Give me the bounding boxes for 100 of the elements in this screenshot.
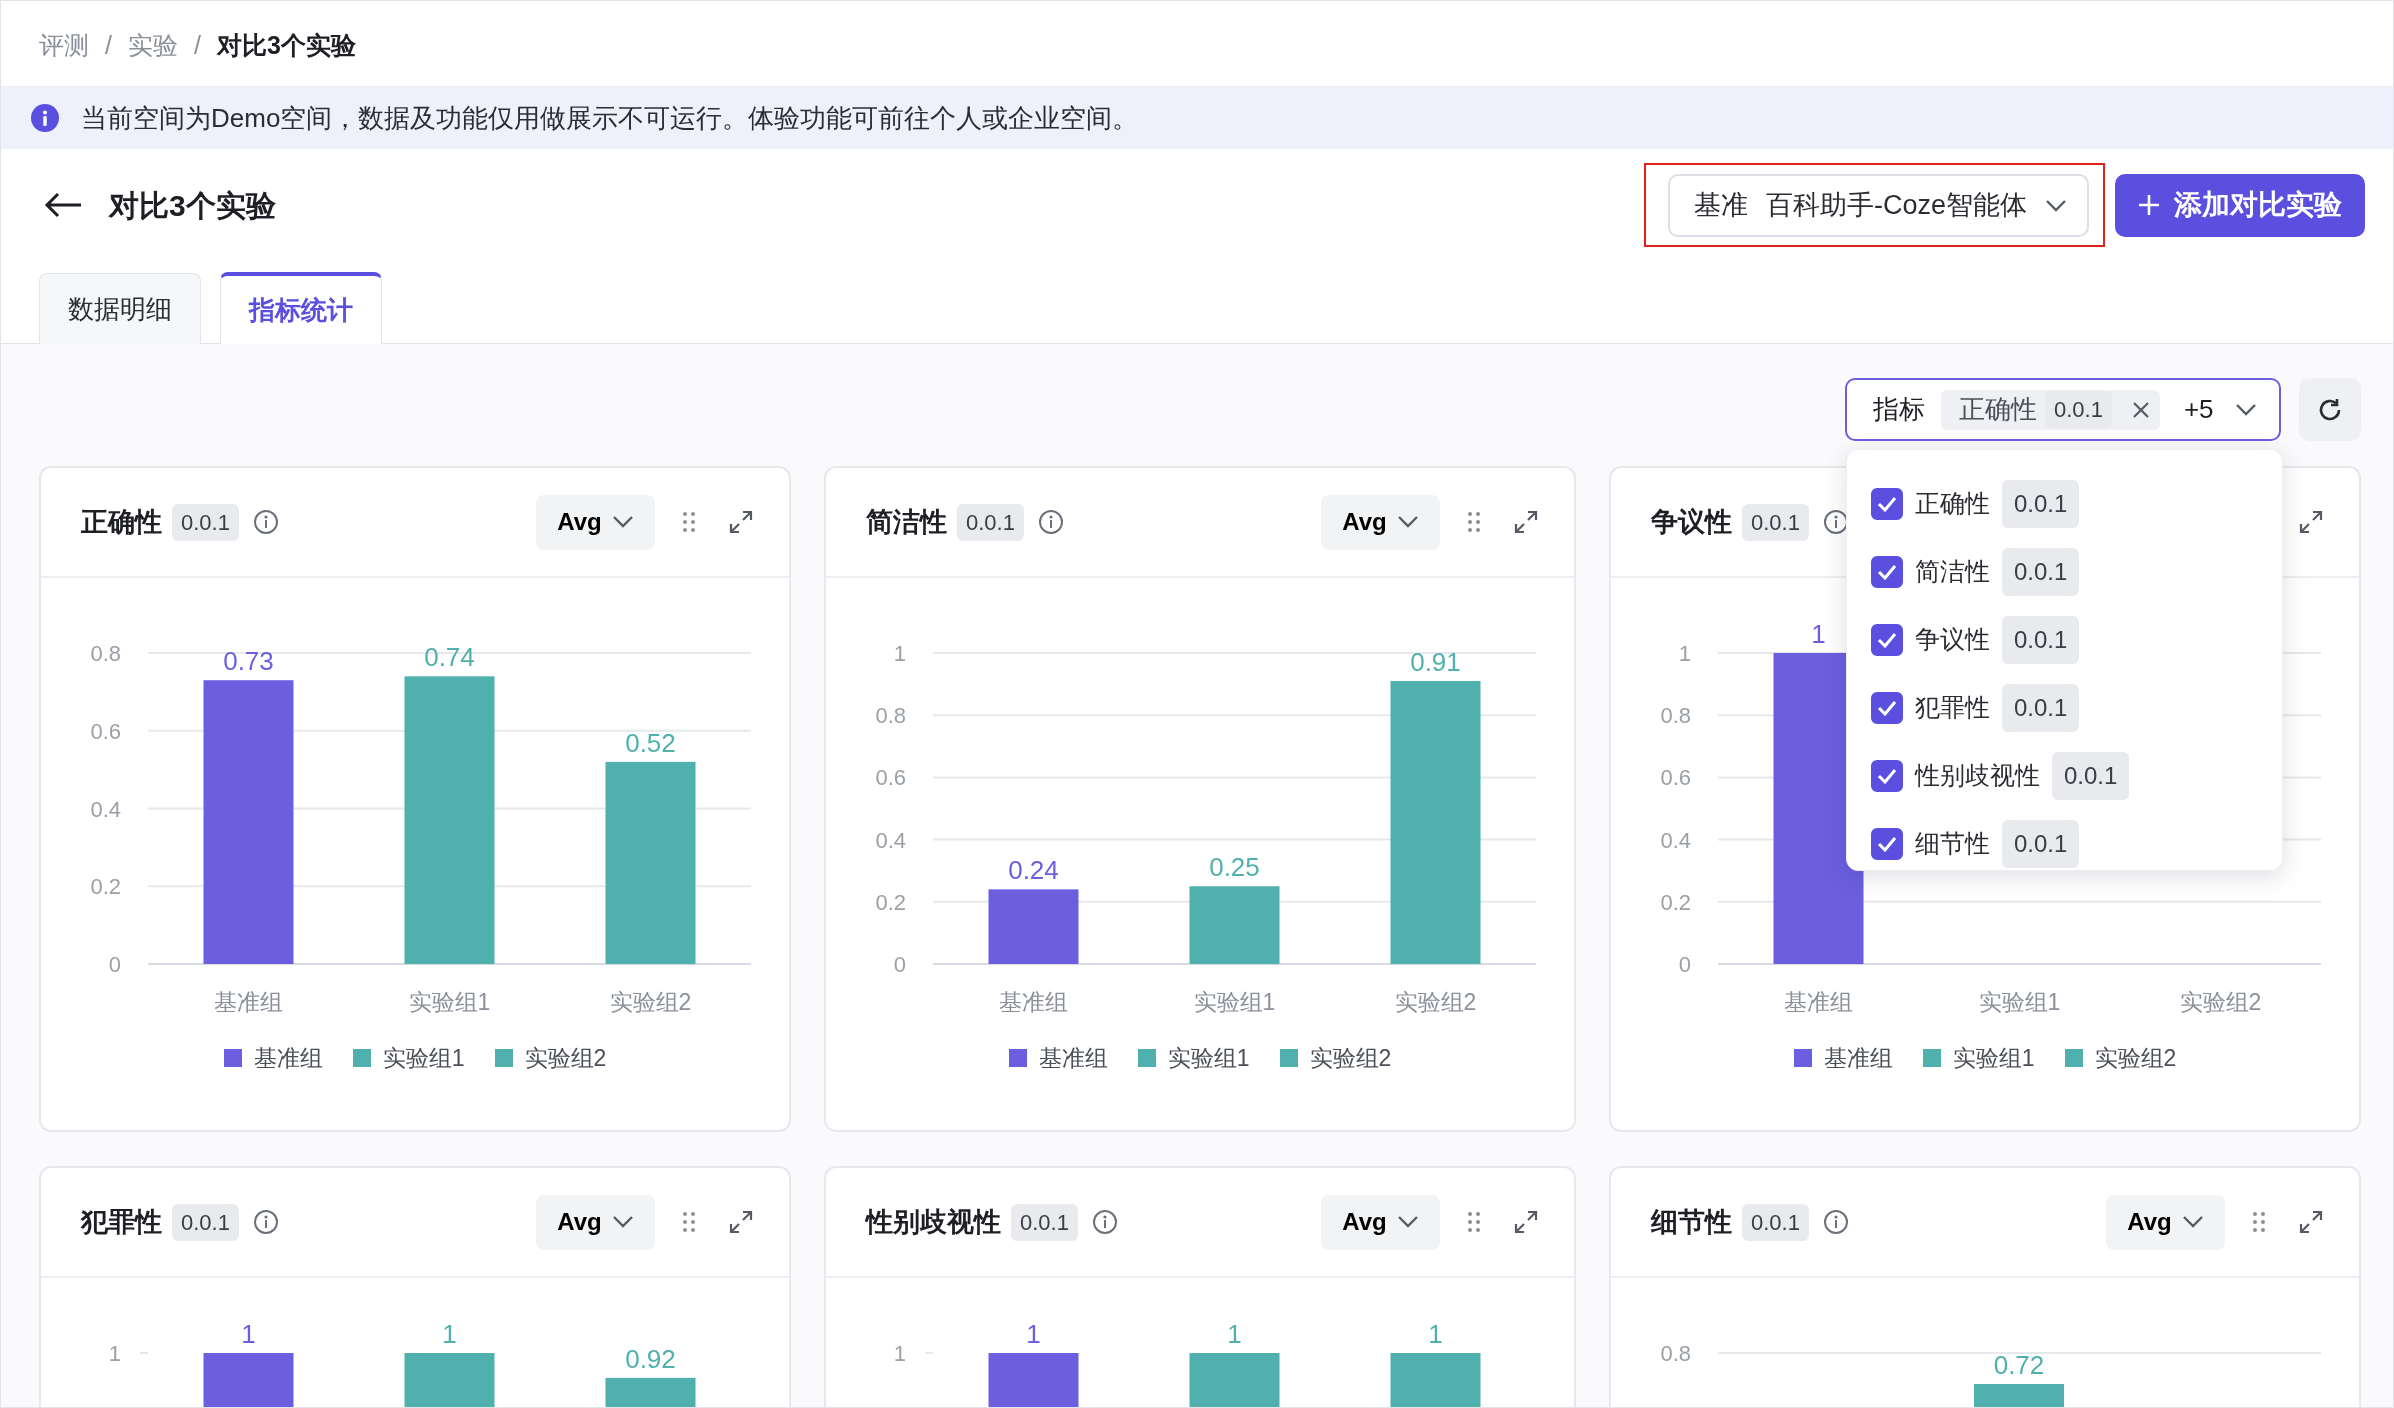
- axis-tick-label: 1: [108, 1341, 121, 1366]
- version-badge: 0.0.1: [1742, 1203, 1809, 1241]
- axis-label: 实验组1: [408, 989, 491, 1015]
- axis-tick-label: 1: [893, 1341, 906, 1366]
- version-badge: 0.0.1: [2045, 391, 2112, 428]
- checkbox[interactable]: [1871, 692, 1903, 724]
- chart-title: 性别歧视性: [866, 1205, 1001, 1239]
- legend-label: 实验组1: [382, 1044, 465, 1073]
- page-title: 对比3个实验: [109, 187, 276, 224]
- chart-title: 正确性: [81, 505, 162, 539]
- axis-tick-label: 0: [893, 952, 906, 977]
- drag-handle-icon[interactable]: [683, 1212, 695, 1232]
- value-label: 0.52: [625, 727, 676, 758]
- back-arrow-icon[interactable]: [43, 191, 83, 219]
- chevron-down-icon: [1396, 515, 1419, 529]
- legend-label: 实验组2: [1309, 1044, 1392, 1073]
- axis-tick-label: 0: [108, 952, 121, 977]
- legend-label: 基准组: [1038, 1044, 1108, 1073]
- tab[interactable]: 数据明细: [39, 273, 201, 344]
- chevron-down-icon: [611, 515, 634, 529]
- drag-handle-icon[interactable]: [1468, 512, 1480, 532]
- checkbox[interactable]: [1871, 760, 1903, 792]
- metric-option-name: 争议性: [1915, 624, 1990, 656]
- value-label: 0.91: [1410, 647, 1461, 677]
- value-label: 0.25: [1209, 852, 1260, 883]
- legend-label: 实验组1: [1952, 1044, 2035, 1073]
- version-badge: 0.0.1: [2002, 820, 2080, 868]
- aggregate-select[interactable]: Avg: [536, 494, 655, 550]
- aggregate-select[interactable]: Avg: [1321, 494, 1440, 550]
- expand-icon[interactable]: [2299, 1210, 2323, 1234]
- axis-tick-label: 0.2: [875, 889, 906, 915]
- axis-label: 实验组2: [2179, 989, 2262, 1015]
- checkbox[interactable]: [1871, 488, 1903, 520]
- check-icon: [1877, 700, 1897, 716]
- drag-handle-icon[interactable]: [683, 512, 695, 532]
- value-label: 1: [241, 1319, 256, 1349]
- drag-handle-icon[interactable]: [1468, 1212, 1480, 1232]
- info-icon[interactable]: [1037, 509, 1064, 535]
- refresh-icon: [2317, 396, 2343, 423]
- checkbox[interactable]: [1871, 624, 1903, 656]
- info-icon[interactable]: [252, 509, 279, 535]
- legend-label: 基准组: [1823, 1044, 1893, 1073]
- tab[interactable]: 指标统计: [220, 272, 382, 344]
- metric-option[interactable]: 争议性 0.0.1: [1871, 606, 2282, 674]
- axis-tick-label: 1: [1678, 641, 1691, 666]
- axis-label: 基准组: [214, 989, 283, 1015]
- info-icon[interactable]: [1091, 1209, 1118, 1235]
- metric-option[interactable]: 简洁性 0.0.1: [1871, 538, 2282, 606]
- refresh-button[interactable]: [2299, 378, 2361, 441]
- axis-tick-label: 0: [1678, 952, 1691, 977]
- metric-select[interactable]: 指标 正确性 0.0.1 +5: [1845, 378, 2281, 441]
- aggregate-select[interactable]: Avg: [1321, 1194, 1440, 1250]
- aggregate-select[interactable]: Avg: [2106, 1194, 2225, 1250]
- axis-tick-label: 1: [893, 641, 906, 666]
- value-label: 0.92: [625, 1343, 676, 1374]
- aggregate-select[interactable]: Avg: [536, 1194, 655, 1250]
- value-label: 1: [442, 1319, 457, 1349]
- plus-icon: [2138, 194, 2160, 216]
- expand-icon[interactable]: [1514, 1210, 1538, 1234]
- version-badge: 0.0.1: [2002, 616, 2080, 664]
- info-icon[interactable]: [252, 1209, 279, 1235]
- chevron-down-icon: [2045, 198, 2067, 213]
- check-icon: [1877, 768, 1897, 784]
- metric-option[interactable]: 性别歧视性 0.0.1: [1871, 742, 2282, 810]
- checkbox[interactable]: [1871, 828, 1903, 860]
- axis-tick-label: 0.6: [1660, 765, 1691, 791]
- checkbox[interactable]: [1871, 556, 1903, 588]
- axis-label: 实验组1: [1978, 989, 2061, 1015]
- expand-icon[interactable]: [2299, 510, 2323, 534]
- expand-icon[interactable]: [729, 510, 753, 534]
- info-icon[interactable]: [1822, 1209, 1849, 1235]
- metric-option[interactable]: 细节性 0.0.1: [1871, 810, 2282, 878]
- add-comparison-button[interactable]: 添加对比实验: [2115, 173, 2365, 237]
- value-label: 0.24: [1008, 855, 1059, 886]
- axis-tick-label: 0.2: [90, 874, 121, 900]
- metric-option[interactable]: 正确性 0.0.1: [1871, 470, 2282, 538]
- metric-option-name: 正确性: [1915, 488, 1990, 520]
- metric-option-name: 细节性: [1915, 828, 1990, 860]
- value-label: 1: [1811, 619, 1826, 649]
- info-icon[interactable]: [1822, 509, 1849, 535]
- metric-option[interactable]: 犯罪性 0.0.1: [1871, 674, 2282, 742]
- drag-handle-icon[interactable]: [2253, 1212, 2265, 1232]
- version-badge: 0.0.1: [2002, 548, 2080, 596]
- legend-label: 实验组1: [1167, 1044, 1250, 1073]
- axis-tick-label: 0.8: [875, 703, 906, 729]
- baseline-select[interactable]: 基准 百科助手-Coze智能体: [1668, 174, 2089, 237]
- baseline-value: 百科助手-Coze智能体: [1766, 189, 2028, 223]
- axis-tick-label: 0.6: [875, 765, 906, 791]
- value-label: 0.74: [424, 642, 475, 673]
- chart-title: 争议性: [1651, 505, 1732, 539]
- value-label: 1: [1227, 1319, 1242, 1349]
- version-badge: 0.0.1: [1011, 1203, 1078, 1241]
- more-count: +5: [2183, 393, 2215, 426]
- axis-tick-label: 0.4: [90, 796, 121, 822]
- metric-option-name: 犯罪性: [1915, 692, 1990, 724]
- expand-icon[interactable]: [1514, 510, 1538, 534]
- close-icon[interactable]: [2131, 400, 2150, 419]
- axis-label: 实验组1: [1193, 989, 1276, 1015]
- expand-icon[interactable]: [729, 1210, 753, 1234]
- legend-label: 实验组2: [2094, 1044, 2177, 1073]
